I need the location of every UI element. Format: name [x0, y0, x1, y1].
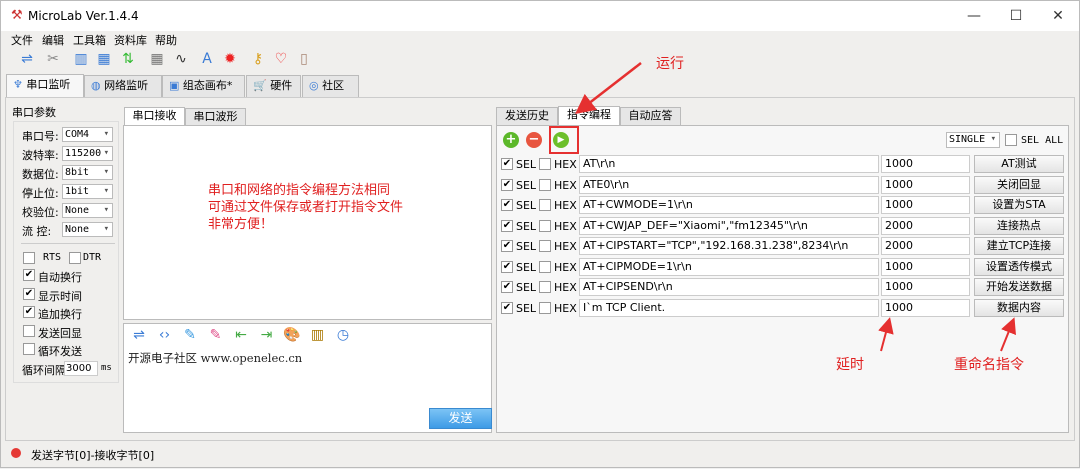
delay-arrow: [878, 317, 894, 352]
status-indicator: [11, 448, 21, 458]
rename-arrow: [1000, 317, 1016, 352]
annotation-arrows: [575, 62, 1016, 352]
status-text: 发送字节[0]-接收字节[0]: [31, 449, 155, 462]
run-arrow: [575, 62, 642, 115]
app-window: ⚒ MicroLab Ver.1.4.4 — ☐ ✕ 文件 编辑 工具箱 资料库 帮助 …: [0, 0, 1080, 468]
